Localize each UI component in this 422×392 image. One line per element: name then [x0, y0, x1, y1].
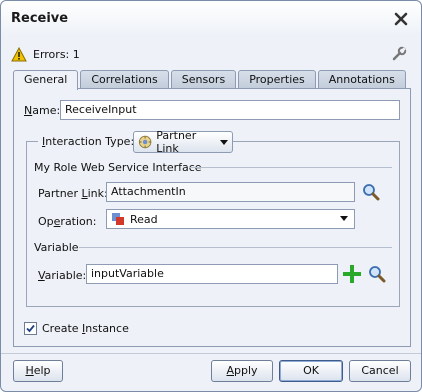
receive-dialog: Receive Errors: 1 General Correlations S…	[0, 0, 422, 392]
variable-section-title: Variable	[34, 241, 79, 254]
errors-label: Errors: 1	[33, 47, 80, 61]
operation-icon	[112, 213, 124, 225]
variable-separator	[79, 247, 392, 248]
interaction-type-header: Interaction Type:	[38, 131, 139, 151]
partner-link-label: Partner Link:	[38, 187, 108, 200]
footer-separator	[1, 353, 421, 354]
variable-label: Variable:	[38, 269, 87, 282]
variable-field[interactable]: inputVariable	[86, 264, 338, 284]
add-icon[interactable]	[343, 265, 361, 283]
operation-label: Operation:	[38, 215, 97, 228]
my-role-section-title: My Role Web Service Interface	[34, 161, 202, 174]
general-panel: Name: ReceiveInput Interaction Type: Par…	[13, 88, 411, 347]
errors-status: Errors: 1	[11, 45, 80, 63]
partner-link-icon	[138, 135, 152, 149]
name-field[interactable]: ReceiveInput	[60, 100, 400, 120]
partner-link-field[interactable]: AttachmentIn	[106, 182, 355, 202]
create-instance-label: Create Instance	[42, 322, 129, 335]
tab-strip: General Correlations Sensors Properties …	[13, 70, 408, 90]
name-label: Name:	[24, 104, 61, 117]
interaction-type-value: Partner Link	[156, 129, 197, 155]
cancel-button[interactable]: Cancel	[349, 360, 411, 382]
interaction-type-button[interactable]: Partner Link	[133, 129, 233, 155]
chevron-down-icon	[220, 139, 228, 145]
operation-select[interactable]: Read	[106, 209, 355, 229]
operation-value: Read	[130, 212, 158, 226]
search-icon[interactable]	[368, 265, 386, 283]
apply-button[interactable]: Apply	[211, 360, 273, 382]
create-instance-checkbox[interactable]	[24, 322, 37, 335]
checkmark-icon	[26, 324, 35, 333]
interaction-type-label: Interaction Type:	[42, 134, 135, 148]
title-bar: Receive	[1, 1, 421, 35]
tab-properties[interactable]: Properties	[238, 70, 316, 89]
tab-general[interactable]: General	[13, 70, 79, 90]
warning-icon	[11, 46, 27, 61]
tab-sensors[interactable]: Sensors	[170, 70, 237, 89]
tab-correlations[interactable]: Correlations	[80, 70, 169, 89]
dialog-title: Receive	[11, 11, 69, 26]
my-role-separator	[189, 167, 392, 168]
chevron-down-icon	[340, 216, 348, 221]
ok-button[interactable]: OK	[279, 360, 343, 382]
search-icon[interactable]	[362, 183, 380, 201]
tab-annotations[interactable]: Annotations	[317, 70, 406, 89]
close-icon[interactable]	[393, 11, 409, 27]
help-button[interactable]: Help	[13, 360, 63, 382]
wrench-icon[interactable]	[391, 46, 407, 62]
